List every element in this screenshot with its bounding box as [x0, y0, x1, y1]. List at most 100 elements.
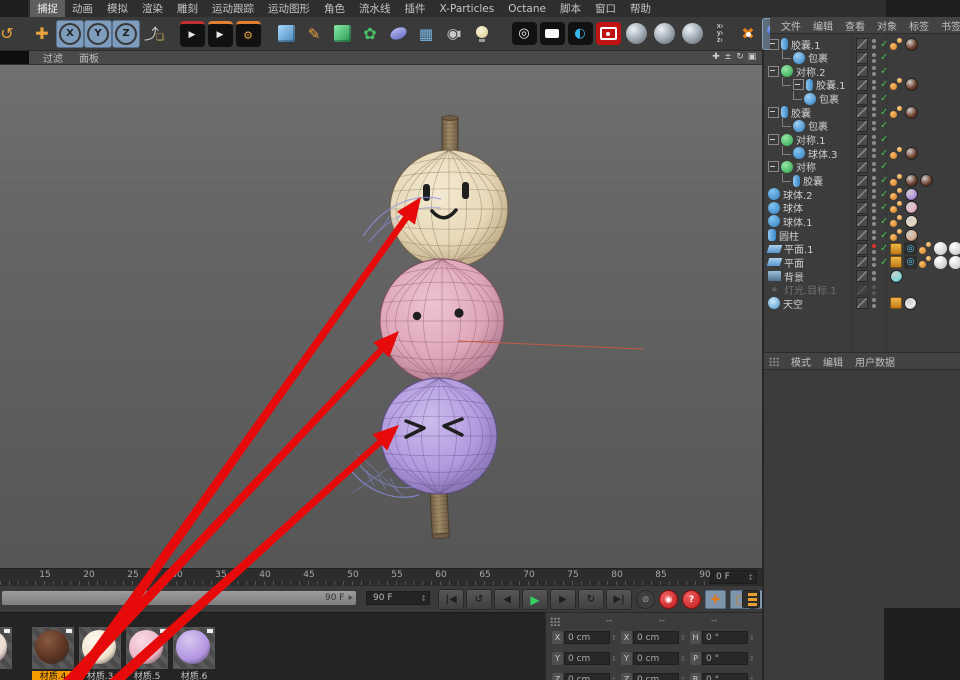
layer-icon[interactable]: [856, 243, 868, 255]
material-ball-button-1[interactable]: [622, 19, 650, 49]
layer-icon[interactable]: [856, 270, 868, 282]
enabled-check-icon[interactable]: ✓: [880, 202, 888, 213]
object-row-胶囊[interactable]: 胶囊✓: [764, 105, 960, 119]
layer-manager-button[interactable]: [742, 590, 760, 608]
texture-tag-icon[interactable]: [949, 256, 960, 269]
target-tag-icon[interactable]: ◎: [904, 242, 917, 255]
coord-value-field[interactable]: 0 cm: [633, 631, 679, 644]
octane-hdri-button[interactable]: ◐: [566, 19, 594, 49]
phong-tag-icon[interactable]: [890, 147, 903, 160]
play-loop-button[interactable]: ↻: [578, 589, 604, 610]
menu-item-模拟[interactable]: 模拟: [100, 0, 135, 17]
object-row-对称.1[interactable]: 对称.1✓: [764, 133, 960, 147]
coord-header-select-0[interactable]: --: [606, 616, 613, 626]
menu-item-动画[interactable]: 动画: [65, 0, 100, 17]
visibility-dots[interactable]: [872, 66, 876, 76]
stepper-icon[interactable]: ↕: [680, 634, 686, 642]
object-row-圆柱[interactable]: 圆柱✓: [764, 228, 960, 242]
enabled-check-icon[interactable]: ✓: [880, 257, 888, 268]
coord-value-field[interactable]: 0 cm: [633, 673, 679, 680]
phong-tag-icon[interactable]: [890, 201, 903, 214]
goto-end-button[interactable]: ▶|: [606, 589, 632, 610]
phong-tag-icon[interactable]: [890, 106, 903, 119]
next-frame-button[interactable]: ▶: [550, 589, 576, 610]
visibility-dots[interactable]: [872, 39, 876, 49]
object-row-背景[interactable]: 背景: [764, 269, 960, 283]
render-view-button[interactable]: ▶: [178, 19, 206, 49]
visibility-dots[interactable]: [872, 135, 876, 145]
viewport-menu-panel[interactable]: 面板: [71, 50, 107, 65]
viewport-canvas[interactable]: [0, 64, 762, 568]
menu-item-窗口[interactable]: 窗口: [588, 0, 623, 17]
octane-camera-button[interactable]: [594, 19, 622, 49]
phong-tag-icon[interactable]: [890, 215, 903, 228]
material-tag-icon[interactable]: [905, 215, 918, 228]
stepper-icon[interactable]: ↕: [749, 634, 755, 642]
layer-icon[interactable]: [856, 256, 868, 268]
octane-arealight-button[interactable]: [538, 19, 566, 49]
expander-icon[interactable]: [768, 66, 779, 77]
previous-frame-button[interactable]: ◀: [494, 589, 520, 610]
target-tag-icon[interactable]: ◎: [904, 256, 917, 269]
object-row-平面[interactable]: 平面✓◎: [764, 255, 960, 269]
visibility-dots[interactable]: [872, 244, 876, 254]
menu-item-帮助[interactable]: 帮助: [623, 0, 658, 17]
visibility-dots[interactable]: [872, 189, 876, 199]
enabled-check-icon[interactable]: ✓: [880, 39, 888, 50]
material-材质.6[interactable]: 材质.6: [173, 627, 215, 680]
autokey-button[interactable]: ◉: [659, 590, 678, 609]
play-button[interactable]: ▶: [522, 589, 548, 610]
stepper-icon[interactable]: ↕: [749, 655, 755, 663]
material-thumbnail[interactable]: [79, 627, 121, 669]
visibility-dots[interactable]: [872, 176, 876, 186]
light-button[interactable]: [468, 19, 496, 49]
timeline-ruler[interactable]: 0 F ↕ 15202530354045505560657075808590: [0, 568, 762, 586]
octane-target-button[interactable]: ◎: [510, 19, 538, 49]
viewport-menu-filter[interactable]: 过滤: [35, 50, 71, 65]
layer-icon[interactable]: [856, 161, 868, 173]
object-row-胶囊.1[interactable]: 胶囊.1✓: [764, 37, 960, 51]
menu-item-Octane[interactable]: Octane: [501, 2, 553, 16]
coord-value-field[interactable]: 0 cm: [633, 652, 679, 665]
stepper-icon[interactable]: ↕: [611, 634, 617, 642]
current-frame-field[interactable]: 90 F ↕: [366, 591, 430, 605]
visibility-dots[interactable]: [872, 107, 876, 117]
visibility-dots[interactable]: [872, 162, 876, 172]
object-row-对称[interactable]: 对称✓: [764, 160, 960, 174]
layer-icon[interactable]: [856, 52, 868, 64]
layer-icon[interactable]: [856, 188, 868, 200]
material-2[interactable]: 2: [0, 627, 12, 680]
stepper-icon[interactable]: ↕: [680, 655, 686, 663]
stepper-icon[interactable]: ↕: [420, 594, 429, 603]
om-menu-书签[interactable]: 书签: [935, 18, 960, 33]
coord-value-field[interactable]: 0 °: [702, 652, 748, 665]
stepper-icon[interactable]: ↕: [749, 676, 755, 680]
ruler-frame-field[interactable]: 0 F ↕: [710, 570, 757, 584]
material-tag-icon[interactable]: [905, 147, 918, 160]
visibility-dots[interactable]: [872, 257, 876, 267]
enabled-check-icon[interactable]: ✓: [880, 216, 888, 227]
mograph-button[interactable]: ✿: [356, 19, 384, 49]
menu-item-雕刻[interactable]: 雕刻: [170, 0, 205, 17]
maximize-icon[interactable]: ▣: [747, 52, 757, 62]
stepper-icon[interactable]: ↕: [747, 573, 756, 582]
render-settings-button[interactable]: ⚙: [234, 19, 262, 49]
panel-handle-icon[interactable]: [769, 357, 779, 366]
material-tag-icon[interactable]: [905, 78, 918, 91]
phong-tag-icon[interactable]: [890, 229, 903, 242]
am-menu-模式[interactable]: 模式: [785, 354, 817, 369]
om-menu-标签[interactable]: 标签: [903, 18, 935, 33]
object-row-球体.1[interactable]: 球体.1✓: [764, 214, 960, 228]
layer-icon[interactable]: [856, 284, 868, 296]
layer-icon[interactable]: [856, 175, 868, 187]
layer-icon[interactable]: [856, 134, 868, 146]
visibility-dots[interactable]: [872, 271, 876, 281]
am-menu-用户数据[interactable]: 用户数据: [849, 354, 901, 369]
visibility-dots[interactable]: [872, 203, 876, 213]
play-reverse-button[interactable]: ↺: [466, 589, 492, 610]
layer-icon[interactable]: [856, 79, 868, 91]
autokey-help-button[interactable]: ?: [682, 590, 701, 609]
material-材质.3[interactable]: 材质.3: [79, 627, 121, 680]
layer-icon[interactable]: [856, 202, 868, 214]
enabled-check-icon[interactable]: ✓: [880, 230, 888, 241]
